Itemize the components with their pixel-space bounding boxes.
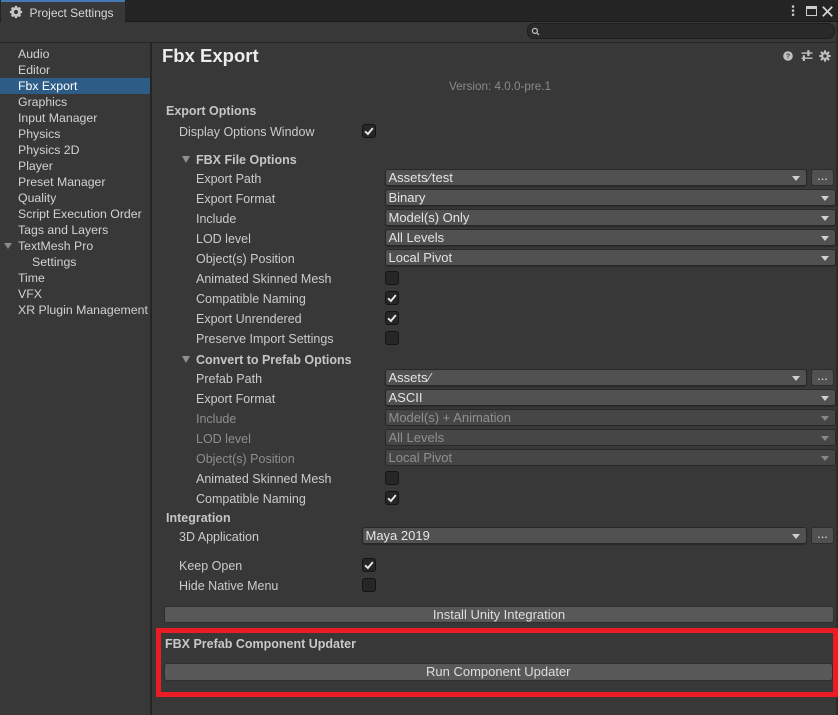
svg-text:?: ? (786, 54, 790, 61)
